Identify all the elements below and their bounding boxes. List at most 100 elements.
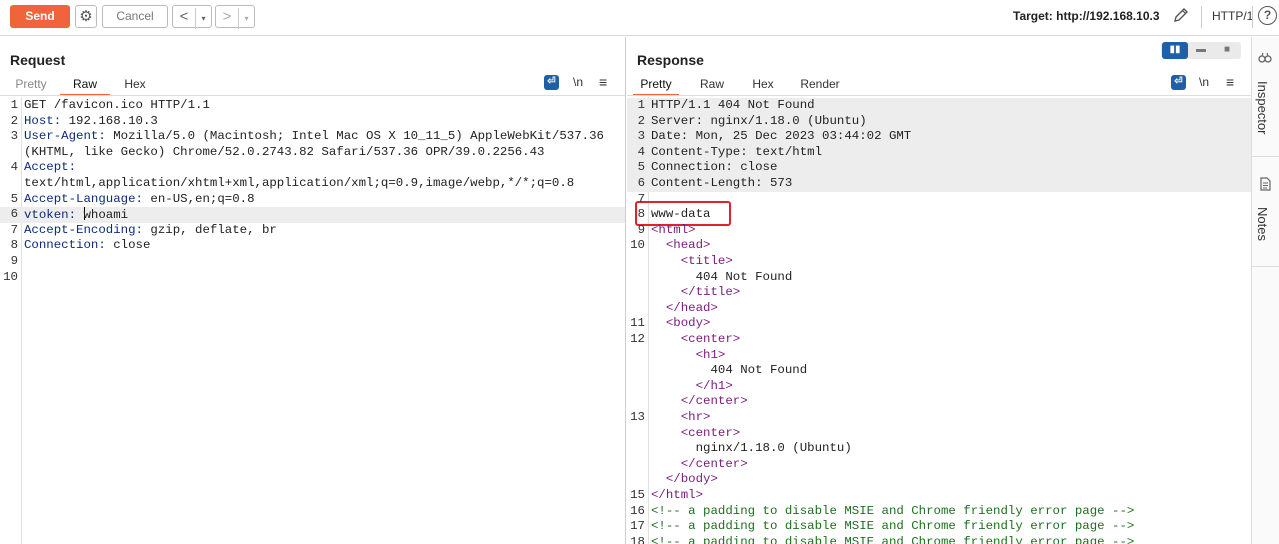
tab-render[interactable]: Render — [795, 75, 845, 96]
sidebar-item-notes[interactable]: Notes — [1252, 157, 1279, 267]
line-number: 2 — [10, 113, 18, 128]
code-line: 16 <!-- a padding to disable MSIE and Chr… — [627, 504, 1251, 520]
line-number: 15 — [630, 488, 645, 502]
line-content: <center> — [651, 425, 741, 440]
line-content: Server: nginx/1.18.0 (Ubuntu) — [651, 113, 867, 128]
line-content: Host: 192.168.10.3 — [24, 114, 158, 130]
wrap-lines-icon[interactable]: ⏎ — [1171, 75, 1186, 90]
header-name: User-Agent: — [24, 129, 106, 144]
line-number: 4 — [10, 160, 18, 175]
toolbar-divider — [1252, 6, 1253, 28]
code-line: 7 Accept-Encoding: gzip, deflate, br — [0, 223, 625, 239]
tab-raw[interactable]: Raw — [692, 75, 732, 96]
tab-hex[interactable]: Hex — [743, 75, 783, 96]
menu-icon[interactable]: ≡ — [1226, 74, 1234, 90]
line-content: </html> — [651, 488, 704, 502]
pencil-icon[interactable] — [1172, 6, 1190, 29]
line-number: 7 — [10, 222, 18, 237]
tab-underline — [627, 95, 1251, 96]
forward-button[interactable]: > — [216, 6, 238, 27]
wrap-lines-icon[interactable]: ⏎ — [544, 75, 559, 90]
line-number: 7 — [637, 191, 645, 206]
header-name: Accept-Encoding: — [24, 222, 143, 237]
tab-underline — [0, 95, 625, 96]
code-line: 5 Connection: close — [627, 160, 1251, 176]
tab-raw[interactable]: Raw — [60, 75, 110, 96]
right-sidebar: Inspector Notes — [1251, 37, 1279, 544]
code-line: 6 vtoken: whoami — [0, 207, 625, 223]
line-number: 17 — [630, 519, 645, 534]
line-number: 3 — [10, 129, 18, 144]
newline-icon[interactable]: \n — [1199, 75, 1209, 89]
line-content: Accept: — [24, 160, 76, 176]
response-editor[interactable]: 1 HTTP/1.1 404 Not Found 2 Server: nginx/1.… — [627, 97, 1251, 544]
back-button[interactable]: < — [173, 6, 195, 27]
code-line: 10 <head> — [627, 238, 1251, 254]
line-number: 6 — [10, 207, 18, 222]
code-line: 3 User-Agent: Mozilla/5.0 (Macintosh; Int… — [0, 129, 625, 145]
line-number: 13 — [630, 410, 645, 424]
line-content: <hr> — [651, 410, 711, 424]
code-line: 9 — [0, 254, 625, 270]
code-line: 4 Content-Type: text/html — [627, 144, 1251, 161]
line-content: <!-- a padding to disable MSIE and Chrom… — [651, 519, 1135, 534]
line-content: HTTP/1.1 404 Not Found — [651, 98, 815, 112]
text-cursor — [83, 207, 85, 221]
line-number: 2 — [637, 113, 645, 128]
tab-hex[interactable]: Hex — [115, 75, 155, 96]
code-line: 11 <body> — [627, 316, 1251, 332]
header-name: Accept-Language: — [24, 191, 143, 206]
help-icon[interactable]: ? — [1258, 6, 1277, 25]
line-number: 8 — [637, 207, 645, 222]
send-button[interactable]: Send — [10, 5, 70, 28]
header-value: gzip, deflate, br — [142, 222, 277, 237]
line-number: 6 — [637, 176, 645, 190]
inspector-icon — [1258, 51, 1272, 68]
back-dropdown-icon[interactable]: ▾ — [195, 8, 211, 29]
header-value: Mozilla/5.0 (Macintosh; Intel Mac OS X 1… — [105, 129, 604, 144]
code-line: 2 Server: nginx/1.18.0 (Ubuntu) — [627, 113, 1251, 130]
code-line: text/html,application/xhtml+xml,applicat… — [0, 176, 625, 192]
header-value: en-US,en;q=0.8 — [142, 191, 255, 206]
line-content: User-Agent: Mozilla/5.0 (Macintosh; Inte… — [24, 129, 604, 145]
line-content: Connection: close — [651, 160, 778, 175]
tab-pretty[interactable]: Pretty — [633, 75, 679, 96]
code-line: 18 <!-- a padding to disable MSIE and Chr… — [627, 535, 1251, 544]
line-content: <head> — [651, 238, 711, 253]
header-value: whoami — [83, 207, 129, 223]
menu-icon[interactable]: ≡ — [599, 74, 607, 90]
code-line: 6 Content-Length: 573 — [627, 176, 1251, 192]
line-content: </center> — [651, 456, 748, 471]
protocol-label[interactable]: HTTP/1 — [1212, 9, 1253, 23]
code-line: 10 — [0, 270, 625, 286]
code-line: 2 Host: 192.168.10.3 — [0, 114, 625, 130]
layout-single-icon[interactable]: ■ — [1214, 42, 1240, 59]
code-line: 8 www-data — [627, 207, 1251, 223]
code-line: 15 </html> — [627, 488, 1251, 504]
line-content: </center> — [651, 394, 748, 409]
response-panel: Response Pretty Raw Hex Render ⏎ \n ≡ 1H… — [627, 37, 1251, 544]
line-content: Date: Mon, 25 Dec 2023 03:44:02 GMT — [651, 129, 912, 144]
sidebar-item-inspector[interactable]: Inspector — [1252, 37, 1279, 157]
gear-icon[interactable]: ⚙ — [75, 5, 97, 28]
forward-dropdown-icon[interactable]: ▾ — [238, 8, 254, 29]
code-line: 5 Accept-Language: en-US,en;q=0.8 — [0, 192, 625, 208]
forward-nav-group: > ▾ — [215, 5, 255, 29]
cancel-button[interactable]: Cancel — [102, 5, 168, 28]
line-number: 10 — [3, 269, 18, 284]
code-line: </body> — [627, 472, 1251, 488]
toolbar-divider — [1201, 6, 1202, 28]
line-content: Content-Type: text/html — [651, 144, 823, 159]
code-line: </center> — [627, 457, 1251, 473]
newline-icon[interactable]: \n — [573, 75, 583, 89]
line-content: <html> — [651, 222, 696, 237]
line-content: Content-Length: 573 — [651, 176, 793, 190]
response-tabs: Pretty Raw Hex Render — [627, 75, 1251, 96]
layout-side-by-side-icon[interactable]: ▮▮ — [1162, 42, 1188, 59]
code-line: (KHTML, like Gecko) Chrome/52.0.2743.82 … — [0, 145, 625, 161]
header-value: text/html,application/xhtml+xml,applicat… — [24, 176, 575, 190]
tab-pretty[interactable]: Pretty — [10, 75, 52, 96]
layout-stacked-icon[interactable]: ▬ — [1188, 42, 1214, 59]
header-name: Connection: — [24, 238, 106, 253]
request-editor[interactable]: 1 GET /favicon.ico HTTP/1.1 2 Host: 192.168… — [0, 97, 625, 544]
